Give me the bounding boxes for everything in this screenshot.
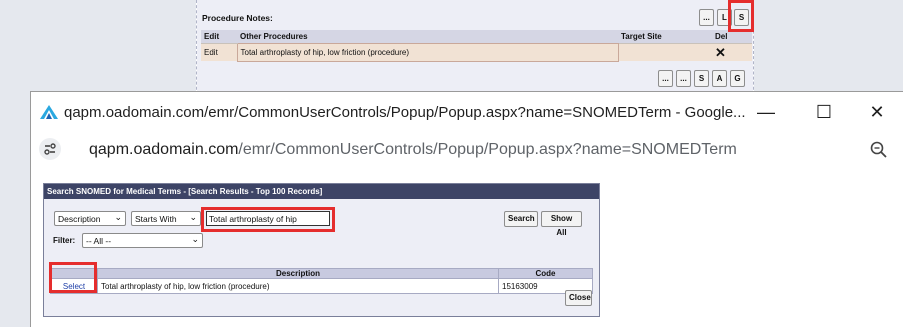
g-button[interactable]: G <box>730 70 745 87</box>
results-table: Description Code Select Total arthroplas… <box>50 268 593 294</box>
col-target-site: Target Site <box>618 30 712 44</box>
col-code: Code <box>498 268 593 279</box>
title-bar: qapm.oadomain.com/emr/CommonUserControls… <box>31 92 903 132</box>
filter-label: Filter: <box>53 236 76 245</box>
snomed-search-panel: Search SNOMED for Medical Terms - [Searc… <box>43 183 600 317</box>
url-path: /emr/CommonUserControls/Popup/Popup.aspx… <box>238 141 737 158</box>
show-all-button[interactable]: Show All <box>541 211 582 237</box>
url-text[interactable]: qapm.oadomain.com/emr/CommonUserControls… <box>89 141 737 159</box>
ellipsis-button[interactable]: ... <box>699 9 714 26</box>
l-button[interactable]: L <box>717 9 732 26</box>
site-settings-icon[interactable] <box>39 138 61 160</box>
filter-select-value: -- All -- <box>86 236 112 246</box>
search-input[interactable]: Total arthroplasty of hip <box>206 211 330 226</box>
procedure-notes-panel: Procedure Notes: ... L S Edit Other Proc… <box>197 0 753 100</box>
procedure-notes-label: Procedure Notes: <box>202 13 273 23</box>
window-title: qapm.oadomain.com/emr/CommonUserControls… <box>64 104 746 121</box>
maximize-icon[interactable]: ☐ <box>812 100 836 124</box>
filter-select[interactable]: -- All -- ⌄ <box>82 233 203 248</box>
search-panel-header: Search SNOMED for Medical Terms - [Searc… <box>44 184 599 199</box>
search-button[interactable]: Search <box>504 211 538 227</box>
address-bar[interactable]: qapm.oadomain.com/emr/CommonUserControls… <box>31 132 903 167</box>
background-page: Procedure Notes: ... L S Edit Other Proc… <box>196 0 754 100</box>
edit-link[interactable]: Edit <box>201 43 237 61</box>
chevron-down-icon: ⌄ <box>189 212 197 222</box>
col-other-procedures: Other Procedures <box>237 30 618 44</box>
s-snomed-button[interactable]: S <box>734 9 749 26</box>
popup-content: Search SNOMED for Medical Terms - [Searc… <box>31 167 903 327</box>
table-row: Select Total arthroplasty of hip, low fr… <box>50 278 593 294</box>
procedure-cell: Total arthroplasty of hip, low friction … <box>236 43 619 62</box>
procedures-table-header: Edit Other Procedures Target Site Del <box>201 30 752 44</box>
ellipsis-button-2[interactable]: ... <box>658 70 673 87</box>
description-cell: Total arthroplasty of hip, low friction … <box>97 278 499 294</box>
table-row: Edit Total arthroplasty of hip, low fric… <box>201 43 752 62</box>
a-button[interactable]: A <box>712 70 727 87</box>
field-select[interactable]: Description ⌄ <box>54 211 126 226</box>
close-icon[interactable]: ✕ <box>865 100 889 124</box>
select-link[interactable]: Select <box>63 282 85 291</box>
popup-window: qapm.oadomain.com/emr/CommonUserControls… <box>30 91 903 327</box>
mode-select-value: Starts With <box>135 214 177 224</box>
chevron-down-icon: ⌄ <box>191 234 199 244</box>
select-link-cell: Select <box>50 278 98 294</box>
procedures-table: Edit Other Procedures Target Site Del Ed… <box>201 30 752 62</box>
s-button-2[interactable]: S <box>694 70 709 87</box>
close-button[interactable]: Close <box>565 290 592 306</box>
url-host: qapm.oadomain.com <box>89 141 239 158</box>
minimize-icon[interactable]: — <box>754 100 778 124</box>
delete-icon[interactable]: ✕ <box>712 43 752 61</box>
ellipsis-button-3[interactable]: ... <box>676 70 691 87</box>
col-edit: Edit <box>201 30 237 44</box>
mode-select[interactable]: Starts With ⌄ <box>131 211 201 226</box>
col-del: Del <box>712 30 752 44</box>
target-site-cell <box>618 43 712 61</box>
field-select-value: Description <box>58 214 101 224</box>
chevron-down-icon: ⌄ <box>114 212 122 222</box>
col-description: Description <box>97 268 499 279</box>
results-table-header: Description Code <box>50 268 593 279</box>
col-action <box>50 268 98 279</box>
zoom-out-icon[interactable] <box>869 140 889 160</box>
triangle-logo-icon <box>40 105 58 119</box>
